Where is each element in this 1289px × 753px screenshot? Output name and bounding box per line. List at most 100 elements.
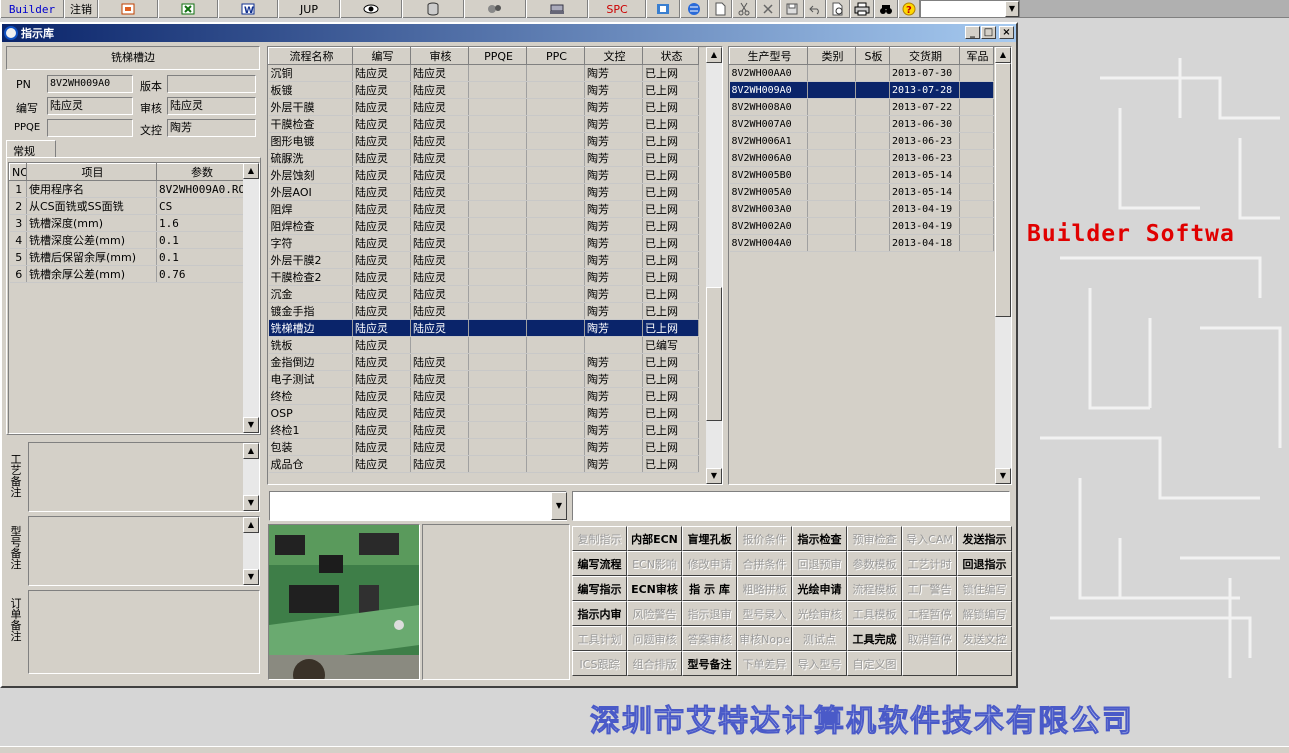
model-row[interactable]: 8V2WH005A0 2013-05-14 [729, 183, 994, 201]
action-button[interactable]: 指示检查 [792, 526, 847, 551]
action-button[interactable]: ECN审核 [627, 576, 682, 601]
action-button[interactable]: 流程模板 [847, 576, 902, 601]
action-button[interactable]: 自定义图 [847, 651, 902, 676]
scroll-up-icon[interactable]: ▲ [706, 47, 722, 63]
action-button[interactable]: 指 示 库 [682, 576, 737, 601]
action-button[interactable]: 风险警告 [627, 601, 682, 626]
action-button[interactable]: 粗略拼板 [737, 576, 792, 601]
process-row[interactable]: 电子测试 陆应灵 陆应灵 陶芳 已上网 [268, 370, 699, 388]
model-row[interactable]: 8V2WH007A0 2013-06-30 [729, 115, 994, 133]
globe-icon[interactable] [680, 0, 708, 18]
word-icon[interactable]: W [218, 0, 278, 18]
model-col-header[interactable]: 类别 [807, 47, 856, 65]
action-button[interactable]: 编写流程 [572, 551, 627, 576]
model-row[interactable]: 8V2WH00AA0 2013-07-30 [729, 64, 994, 82]
process-row[interactable]: 图形电镀 陆应灵 陆应灵 陶芳 已上网 [268, 132, 699, 150]
process-row[interactable]: 阻焊检查 陆应灵 陆应灵 陶芳 已上网 [268, 217, 699, 235]
tools-icon[interactable] [464, 0, 526, 18]
model-row[interactable]: 8V2WH009A0 2013-07-28 [729, 81, 994, 99]
writer-field[interactable]: 陆应灵 [47, 97, 133, 115]
param-row[interactable]: 1 使用程序名 8V2WH009A0.ROU [9, 180, 246, 198]
process-row[interactable]: 沉金 陆应灵 陆应灵 陶芳 已上网 [268, 285, 699, 303]
eye-icon[interactable] [340, 0, 402, 18]
cut-icon[interactable] [732, 0, 756, 18]
action-button[interactable]: 工艺计时 [902, 551, 957, 576]
action-button[interactable]: 指示退审 [682, 601, 737, 626]
action-button[interactable]: 报价条件 [737, 526, 792, 551]
action-button[interactable]: 导入型号 [792, 651, 847, 676]
close-window-button[interactable]: × [999, 26, 1014, 39]
ppqe-field[interactable] [47, 119, 133, 137]
model-row[interactable]: 8V2WH002A0 2013-04-19 [729, 217, 994, 235]
model-row[interactable]: 8V2WH003A0 2013-04-19 [729, 200, 994, 218]
action-button[interactable]: 锁住编写 [957, 576, 1012, 601]
action-button[interactable]: 组合排版 [627, 651, 682, 676]
action-button[interactable]: 光绘审核 [792, 601, 847, 626]
process-row[interactable]: 铣板 陆应灵 已编写 [268, 336, 699, 354]
action-button[interactable]: 合拼条件 [737, 551, 792, 576]
params-scrollbar[interactable]: ▲ ▼ [243, 163, 259, 433]
version-field[interactable] [167, 75, 256, 93]
process-row[interactable]: 外层AOI 陆应灵 陆应灵 陶芳 已上网 [268, 183, 699, 201]
process-row[interactable]: 干膜检查 陆应灵 陆应灵 陶芳 已上网 [268, 115, 699, 133]
action-button[interactable]: 工具模板 [847, 601, 902, 626]
process-row[interactable]: 沉铜 陆应灵 陆应灵 陶芳 已上网 [268, 64, 699, 82]
action-button[interactable]: 参数模板 [847, 551, 902, 576]
param-row[interactable]: 5 铣槽后保留余厚(mm) 0.1 [9, 248, 246, 266]
model-row[interactable]: 8V2WH008A0 2013-07-22 [729, 98, 994, 116]
action-button[interactable]: 型号备注 [682, 651, 737, 676]
param-row[interactable]: 2 从CS面铣或SS面铣 CS [9, 197, 246, 215]
action-button[interactable]: 答案审核 [682, 626, 737, 651]
col-header-no[interactable]: NO [9, 163, 27, 181]
new-icon[interactable] [708, 0, 732, 18]
process-row[interactable]: 外层蚀刻 陆应灵 陆应灵 陶芳 已上网 [268, 166, 699, 184]
action-button[interactable] [902, 651, 957, 676]
settings-icon[interactable] [646, 0, 680, 18]
action-button[interactable]: 审核Nope [737, 626, 792, 651]
process-row[interactable]: 成品仓 陆应灵 陆应灵 陶芳 已上网 [268, 455, 699, 473]
spc-button[interactable]: SPC [588, 0, 646, 18]
preview-icon[interactable] [826, 0, 850, 18]
office-icon[interactable] [98, 0, 158, 18]
process-row[interactable]: 外层干膜 陆应灵 陆应灵 陶芳 已上网 [268, 98, 699, 116]
process-row[interactable]: OSP 陆应灵 陆应灵 陶芳 已上网 [268, 404, 699, 422]
process-row[interactable]: 外层干膜2 陆应灵 陆应灵 陶芳 已上网 [268, 251, 699, 269]
logout-button[interactable]: 注销 [64, 0, 98, 18]
process-row[interactable]: 阻焊 陆应灵 陆应灵 陶芳 已上网 [268, 200, 699, 218]
action-button[interactable]: 工具计划 [572, 626, 627, 651]
model-col-header[interactable]: 生产型号 [729, 47, 808, 65]
process-row[interactable]: 终检1 陆应灵 陆应灵 陶芳 已上网 [268, 421, 699, 439]
process-row[interactable]: 终检 陆应灵 陆应灵 陶芳 已上网 [268, 387, 699, 405]
jup-button[interactable]: JUP [278, 0, 340, 18]
action-button[interactable]: 测试点 [792, 626, 847, 651]
process-row[interactable]: 镀金手指 陆应灵 陆应灵 陶芳 已上网 [268, 302, 699, 320]
scroll-down-icon[interactable]: ▼ [243, 417, 259, 433]
pn-field[interactable]: 8V2WH009A0 [47, 75, 133, 93]
action-button[interactable]: 工程暂停 [902, 601, 957, 626]
process-col-header[interactable]: 流程名称 [268, 47, 353, 65]
model-row[interactable]: 8V2WH006A1 2013-06-23 [729, 132, 994, 150]
action-button[interactable]: 工厂警告 [902, 576, 957, 601]
command-input[interactable] [572, 491, 1010, 521]
col-header-item[interactable]: 项目 [26, 163, 157, 181]
model-col-header[interactable]: 军品 [959, 47, 994, 65]
process-row[interactable]: 字符 陆应灵 陆应灵 陶芳 已上网 [268, 234, 699, 252]
model-notes-scrollbar[interactable]: ▲ ▼ [243, 517, 259, 585]
excel-icon[interactable] [158, 0, 218, 18]
action-button[interactable]: 回退指示 [957, 551, 1012, 576]
tab-general[interactable]: 常规 [6, 140, 56, 158]
action-button[interactable]: 盲埋孔板 [682, 526, 737, 551]
help-icon[interactable]: ? [898, 0, 920, 18]
process-col-header[interactable]: PPQE [468, 47, 527, 65]
window-titlebar[interactable]: 指示库 _ □ × [2, 24, 1016, 42]
process-row[interactable]: 板镀 陆应灵 陆应灵 陶芳 已上网 [268, 81, 699, 99]
action-button[interactable]: 回退预审 [792, 551, 847, 576]
model-row[interactable]: 8V2WH005B0 2013-05-14 [729, 166, 994, 184]
col-header-param[interactable]: 参数 [156, 163, 246, 181]
model-row[interactable]: 8V2WH006A0 2013-06-23 [729, 149, 994, 167]
action-button[interactable]: 预审检查 [847, 526, 902, 551]
action-button[interactable]: 发送文控 [957, 626, 1012, 651]
action-button[interactable]: 型号录入 [737, 601, 792, 626]
chevron-down-icon[interactable]: ▼ [551, 492, 567, 520]
scanner-icon[interactable] [526, 0, 588, 18]
